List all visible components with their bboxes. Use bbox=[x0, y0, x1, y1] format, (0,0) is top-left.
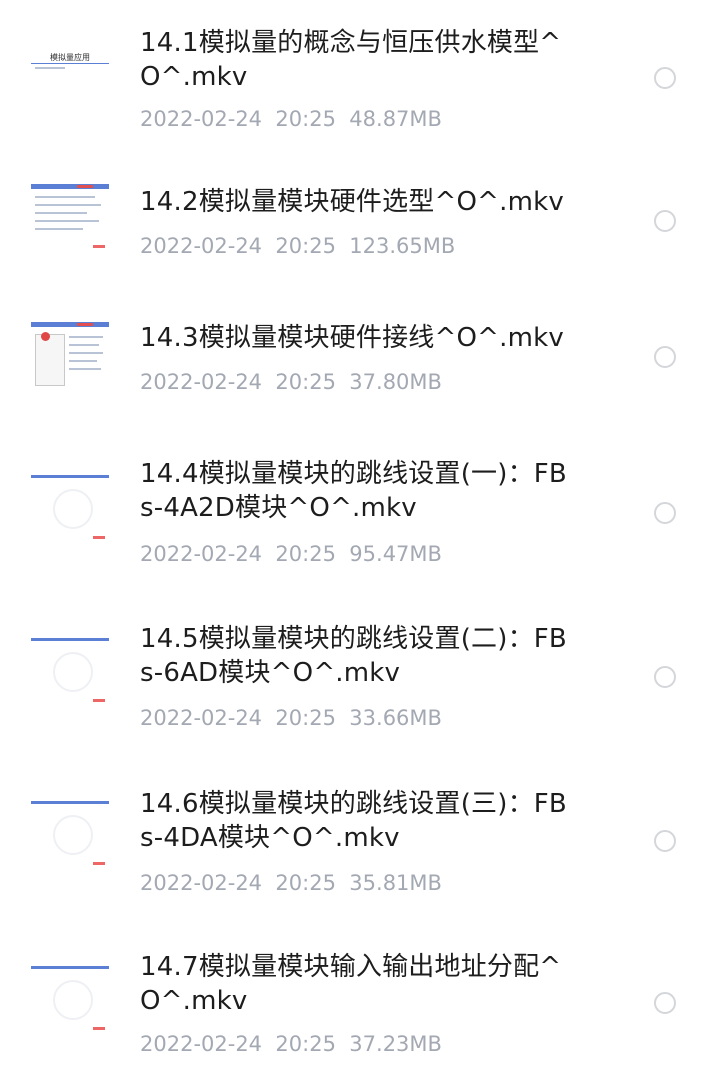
video-thumbnail bbox=[31, 801, 109, 871]
file-meta: 2022-02-24 20:25 37.80MB bbox=[140, 369, 442, 395]
select-radio[interactable] bbox=[654, 67, 676, 89]
select-radio[interactable] bbox=[654, 666, 676, 688]
file-row[interactable]: 模拟量应用 14.1模拟量的概念与恒压供水模型^O^.mkv 2022-02-2… bbox=[0, 0, 720, 160]
file-meta: 2022-02-24 20:25 33.66MB bbox=[140, 705, 442, 731]
file-name: 14.1模拟量的概念与恒压供水模型^O^.mkv bbox=[140, 28, 562, 92]
file-row[interactable]: 14.5模拟量模块的跳线设置(二)：FBs-6AD模块^O^.mkv 2022-… bbox=[0, 600, 720, 765]
select-radio[interactable] bbox=[654, 830, 676, 852]
video-thumbnail: 模拟量应用 bbox=[31, 40, 109, 110]
file-date: 2022-02-24 bbox=[140, 871, 263, 895]
file-time: 20:25 bbox=[275, 871, 336, 895]
video-thumbnail bbox=[31, 966, 109, 1036]
file-name: 14.5模拟量模块的跳线设置(二)：FBs-6AD模块^O^.mkv bbox=[140, 624, 567, 688]
file-time: 20:25 bbox=[275, 234, 336, 258]
file-meta: 2022-02-24 20:25 95.47MB bbox=[140, 541, 442, 567]
file-time: 20:25 bbox=[275, 1032, 336, 1056]
file-size: 95.47MB bbox=[349, 542, 442, 566]
select-radio[interactable] bbox=[654, 992, 676, 1014]
file-date: 2022-02-24 bbox=[140, 1032, 263, 1056]
file-name: 14.3模拟量模块硬件接线^O^.mkv bbox=[140, 323, 564, 353]
file-date: 2022-02-24 bbox=[140, 706, 263, 730]
file-row[interactable]: 14.2模拟量模块硬件选型^O^.mkv 2022-02-24 20:25 12… bbox=[0, 160, 720, 300]
file-row[interactable]: 14.4模拟量模块的跳线设置(一)：FBs-4A2D模块^O^.mkv 2022… bbox=[0, 435, 720, 600]
file-date: 2022-02-24 bbox=[140, 370, 263, 394]
file-list: 模拟量应用 14.1模拟量的概念与恒压供水模型^O^.mkv 2022-02-2… bbox=[0, 0, 720, 1075]
file-size: 123.65MB bbox=[349, 234, 456, 258]
file-time: 20:25 bbox=[275, 107, 336, 131]
file-row[interactable]: 14.6模拟量模块的跳线设置(三)：FBs-4DA模块^O^.mkv 2022-… bbox=[0, 765, 720, 930]
file-meta: 2022-02-24 20:25 48.87MB bbox=[140, 106, 442, 132]
file-name: 14.6模拟量模块的跳线设置(三)：FBs-4DA模块^O^.mkv bbox=[140, 789, 567, 853]
select-radio[interactable] bbox=[654, 346, 676, 368]
video-thumbnail bbox=[31, 638, 109, 708]
file-meta: 2022-02-24 20:25 35.81MB bbox=[140, 870, 442, 896]
file-size: 35.81MB bbox=[349, 871, 442, 895]
file-meta: 2022-02-24 20:25 37.23MB bbox=[140, 1031, 442, 1057]
file-date: 2022-02-24 bbox=[140, 234, 263, 258]
file-name: 14.7模拟量模块输入输出地址分配^O^.mkv bbox=[140, 952, 562, 1016]
file-row[interactable]: 14.3模拟量模块硬件接线^O^.mkv 2022-02-24 20:25 37… bbox=[0, 300, 720, 435]
video-thumbnail bbox=[31, 322, 109, 392]
file-name: 14.4模拟量模块的跳线设置(一)：FBs-4A2D模块^O^.mkv bbox=[140, 459, 567, 523]
file-meta: 2022-02-24 20:25 123.65MB bbox=[140, 233, 455, 259]
file-size: 48.87MB bbox=[349, 107, 442, 131]
select-radio[interactable] bbox=[654, 502, 676, 524]
file-size: 37.80MB bbox=[349, 370, 442, 394]
file-row[interactable]: 14.7模拟量模块输入输出地址分配^O^.mkv 2022-02-24 20:2… bbox=[0, 930, 720, 1075]
file-date: 2022-02-24 bbox=[140, 107, 263, 131]
file-time: 20:25 bbox=[275, 542, 336, 566]
file-name: 14.2模拟量模块硬件选型^O^.mkv bbox=[140, 187, 564, 217]
file-size: 33.66MB bbox=[349, 706, 442, 730]
video-thumbnail bbox=[31, 184, 109, 254]
file-size: 37.23MB bbox=[349, 1032, 442, 1056]
thumbnail-caption: 模拟量应用 bbox=[50, 53, 90, 62]
file-date: 2022-02-24 bbox=[140, 542, 263, 566]
file-time: 20:25 bbox=[275, 370, 336, 394]
file-time: 20:25 bbox=[275, 706, 336, 730]
select-radio[interactable] bbox=[654, 210, 676, 232]
video-thumbnail bbox=[31, 475, 109, 545]
